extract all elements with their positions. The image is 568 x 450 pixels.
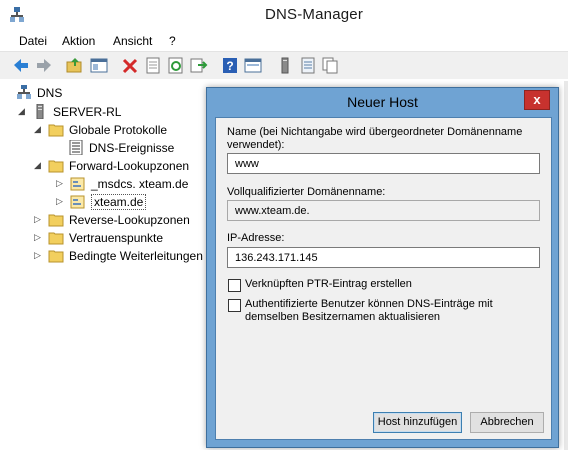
tree-label-dns-events: DNS-Ereignisse <box>89 141 175 155</box>
window-titlebar: DNS-Manager <box>0 0 568 31</box>
menu-bar: Datei Aktion Ansicht ? <box>0 31 568 51</box>
tree-node-reverse-zones[interactable]: ▷ Reverse-Lookupzonen <box>32 211 208 229</box>
folder-icon <box>48 212 64 227</box>
tree-label-xteam-zone: xteam.de <box>91 194 147 210</box>
forward-arrow-icon[interactable] <box>35 57 53 74</box>
svg-text:?: ? <box>226 59 233 73</box>
tree-node-xteam-zone[interactable]: ▷ xteam.de <box>54 193 208 211</box>
close-glyph: x <box>533 92 541 107</box>
tree-label-msdcs-zone: _msdcs. xteam.de <box>91 177 189 191</box>
tree-label-reverse-zones: Reverse-Lookupzonen <box>69 213 190 227</box>
fqdn-label: Vollqualifizierter Domänenname: <box>227 186 386 198</box>
tree-label-dns: DNS <box>37 86 63 100</box>
tree-node-msdcs-zone[interactable]: ▷ _msdcs. xteam.de <box>54 175 208 193</box>
auth-update-checkbox[interactable] <box>228 299 241 312</box>
dialog-titlebar[interactable]: Neuer Host x <box>207 88 558 116</box>
server-node-icon <box>32 103 48 120</box>
properties-icon[interactable] <box>144 57 162 74</box>
folder-icon <box>48 122 64 137</box>
auth-update-checkbox-label: Authentifizierte Benutzer können DNS-Ein… <box>245 298 493 323</box>
tree-node-server[interactable]: ◢ SERVER-RL <box>16 103 206 121</box>
collapse-arrow-icon[interactable]: ◢ <box>18 107 26 116</box>
export-icon[interactable] <box>190 57 208 74</box>
show-hide-tree-icon[interactable] <box>90 57 108 74</box>
menu-ansicht[interactable]: Ansicht <box>113 34 152 48</box>
tree-node-dns-events[interactable]: DNS-Ereignisse <box>68 139 208 157</box>
window-title: DNS-Manager <box>264 6 364 23</box>
cancel-button[interactable]: Abbrechen <box>470 412 544 433</box>
close-icon[interactable]: x <box>524 90 550 110</box>
up-folder-icon[interactable] <box>66 57 84 74</box>
server-icon[interactable] <box>276 57 294 74</box>
tree-label-forward-zones: Forward-Lookupzonen <box>69 159 190 173</box>
fqdn-field[interactable]: www.xteam.de. <box>227 200 540 221</box>
tree-node-conditional-forwarders[interactable]: ▷ Bedingte Weiterleitungen <box>32 247 208 265</box>
folder-icon <box>48 230 64 245</box>
dns-icon <box>16 85 32 100</box>
event-log-icon <box>68 139 84 156</box>
tree-node-dns[interactable]: DNS <box>16 84 196 102</box>
collapse-arrow-icon[interactable]: ◢ <box>34 161 42 170</box>
delete-icon[interactable] <box>121 57 139 74</box>
tree-label-global-logs: Globale Protokolle <box>69 123 168 137</box>
add-host-button[interactable]: Host hinzufügen <box>373 412 462 433</box>
dialog-body: Name (bei Nichtangabe wird übergeordnete… <box>215 117 552 440</box>
name-field[interactable]: www <box>227 153 540 174</box>
toolbar: ? <box>0 51 568 80</box>
list-icon[interactable] <box>299 57 317 74</box>
expand-arrow-icon[interactable]: ▷ <box>56 197 64 206</box>
back-arrow-icon[interactable] <box>12 57 30 74</box>
tree-label-server: SERVER-RL <box>53 105 122 119</box>
menu-aktion[interactable]: Aktion <box>62 34 95 48</box>
expand-arrow-icon[interactable]: ▷ <box>56 179 64 188</box>
console-tree: DNS ◢ SERVER-RL ◢ Globale Protokolle DNS… <box>10 81 209 450</box>
name-label: Name (bei Nichtangabe wird übergeordnete… <box>227 126 523 151</box>
collapse-arrow-icon[interactable]: ◢ <box>34 125 42 134</box>
tree-node-trust-points[interactable]: ▷ Vertrauenspunkte <box>32 229 208 247</box>
results-pane-edge <box>564 81 568 450</box>
new-host-dialog: Neuer Host x Name (bei Nichtangabe wird … <box>206 87 559 448</box>
ip-label: IP-Adresse: <box>227 232 285 244</box>
dialog-title: Neuer Host <box>347 94 418 110</box>
expand-arrow-icon[interactable]: ▷ <box>34 251 42 260</box>
console-icon[interactable] <box>244 57 262 74</box>
menu-help[interactable]: ? <box>169 34 176 48</box>
zone-icon <box>70 176 86 191</box>
ptr-checkbox-label: Verknüpften PTR-Eintrag erstellen <box>245 278 412 290</box>
menu-datei[interactable]: Datei <box>19 34 47 48</box>
copy-icon[interactable] <box>321 57 339 74</box>
tree-node-forward-zones[interactable]: ◢ Forward-Lookupzonen <box>32 157 208 175</box>
folder-icon <box>48 158 64 173</box>
help-icon[interactable]: ? <box>221 57 239 74</box>
tree-label-trust-points: Vertrauenspunkte <box>69 231 164 245</box>
tree-label-conditional-forwarders: Bedingte Weiterleitungen <box>69 249 203 263</box>
zone-icon <box>70 194 86 209</box>
ptr-checkbox[interactable] <box>228 279 241 292</box>
folder-icon <box>48 248 64 263</box>
expand-arrow-icon[interactable]: ▷ <box>34 233 42 242</box>
expand-arrow-icon[interactable]: ▷ <box>34 215 42 224</box>
tree-node-global-logs[interactable]: ◢ Globale Protokolle <box>32 121 208 139</box>
refresh-icon[interactable] <box>167 57 185 74</box>
ip-address-field[interactable]: 136.243.171.145 <box>227 247 540 268</box>
